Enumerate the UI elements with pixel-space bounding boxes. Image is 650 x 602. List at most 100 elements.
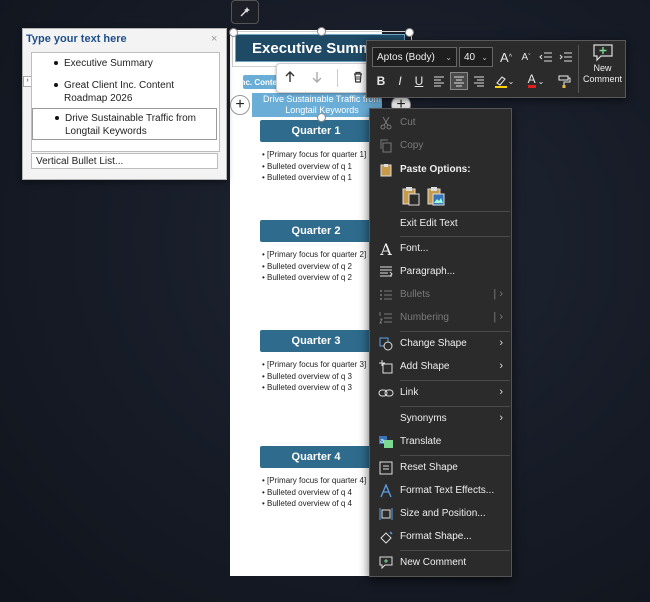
mini-divider <box>336 69 338 87</box>
delete-icon[interactable] <box>351 70 365 87</box>
menu-separator <box>400 236 510 237</box>
theme-pill[interactable]: Drive Sustainable Traffic from Longtail … <box>252 93 382 117</box>
svg-text:a: a <box>380 437 384 445</box>
quarter-1-text[interactable]: • [Primary focus for quarter 1] • Bullete… <box>262 149 366 184</box>
menu-item-link[interactable]: Link › <box>370 382 511 404</box>
resize-handle-tl[interactable] <box>229 28 238 37</box>
bullets-icon <box>378 287 394 303</box>
quarter-4-text[interactable]: • [Primary focus for quarter 4] • Bullete… <box>262 475 366 510</box>
quarter-2-box[interactable]: Quarter 2 <box>260 220 372 242</box>
font-a-icon: A <box>380 239 392 259</box>
highlight-color-button[interactable]: ⌄ <box>491 72 517 90</box>
move-down-icon[interactable] <box>310 70 324 87</box>
menu-item-add-shape[interactable]: Add Shape › <box>370 356 511 378</box>
text-pane-list: Executive Summary Great Client Inc. Cont… <box>31 52 220 152</box>
menu-item-new-comment[interactable]: New Comment <box>370 552 511 574</box>
format-shape-icon <box>378 529 394 545</box>
menu-separator <box>400 211 510 212</box>
list-item-selected[interactable]: Drive Sustainable Traffic from Longtail … <box>32 108 217 140</box>
align-left-icon[interactable] <box>430 72 448 90</box>
font-color-button[interactable]: A ⌄ <box>523 72 549 90</box>
translate-icon: a <box>378 434 394 450</box>
menu-item-synonyms[interactable]: Synonyms › <box>370 408 511 430</box>
text-effects-icon <box>378 483 394 499</box>
layout-name-link[interactable]: Vertical Bullet List... <box>31 153 218 169</box>
add-shape-icon <box>378 359 394 375</box>
clipboard-icon <box>378 162 394 178</box>
paste-as-picture-icon[interactable] <box>425 185 447 207</box>
smartart-text-pane: Type your text here × › Executive Summar… <box>22 28 227 180</box>
italic-button[interactable]: I <box>391 72 409 90</box>
quarter-3-box[interactable]: Quarter 3 <box>260 330 372 352</box>
change-shape-icon <box>378 336 394 352</box>
menu-item-copy[interactable]: Copy <box>370 135 511 157</box>
text-pane-title: Type your text here <box>26 33 127 45</box>
floating-format-toolbar: Aptos (Body) ⌄ 40 ⌄ A ^ Aˇ B I U ⌄ A ⌄ New … <box>366 40 626 98</box>
increase-indent-icon[interactable] <box>557 48 575 66</box>
chevron-down-icon: ⌄ <box>507 76 515 86</box>
menu-item-change-shape[interactable]: Change Shape › <box>370 333 511 355</box>
menu-separator <box>400 455 510 456</box>
list-item[interactable]: Great Client Inc. Content Roadmap 2026 <box>32 79 217 107</box>
ai-wand-icon[interactable] <box>231 0 259 24</box>
close-icon[interactable]: × <box>211 33 217 45</box>
quarter-1-box[interactable]: Quarter 1 <box>260 120 372 142</box>
menu-item-paste-options: Paste Options: <box>370 159 511 181</box>
numbering-icon <box>378 310 394 326</box>
resize-handle-tr[interactable] <box>405 28 414 37</box>
bullet-icon <box>54 61 58 65</box>
menu-item-reset-shape[interactable]: Reset Shape <box>370 457 511 479</box>
ribbon-divider <box>578 45 579 93</box>
quarter-4-box[interactable]: Quarter 4 <box>260 446 372 468</box>
font-family-select[interactable]: Aptos (Body) ⌄ <box>372 47 457 67</box>
menu-item-translate[interactable]: a Translate <box>370 431 511 453</box>
comment-plus-icon <box>592 44 613 62</box>
chevron-right-icon: › <box>499 360 503 372</box>
context-menu: Cut Copy Paste Options: Exit Edit Text A… <box>369 108 512 577</box>
menu-item-format-text-effects[interactable]: Format Text Effects... <box>370 480 511 502</box>
list-item[interactable]: Executive Summary <box>32 57 217 72</box>
bullet-icon <box>55 116 59 120</box>
paste-keep-formatting-icon[interactable] <box>400 185 422 207</box>
chevron-right-icon: › <box>499 337 503 349</box>
menu-item-paragraph[interactable]: Paragraph... <box>370 261 511 283</box>
decrease-indent-icon[interactable] <box>537 48 555 66</box>
menu-separator <box>400 331 510 332</box>
decrease-font-button[interactable]: Aˇ <box>517 48 535 66</box>
menu-item-cut[interactable]: Cut <box>370 112 511 134</box>
copy-icon <box>378 138 394 154</box>
slide-canvas[interactable]: Great Client Inc. Content Roadmap 2026 D… <box>230 30 382 576</box>
chevron-down-icon: ⌄ <box>445 53 452 62</box>
format-painter-icon[interactable] <box>555 72 573 90</box>
chevron-right-icon: › <box>499 412 503 424</box>
chevron-down-icon: ⌄ <box>537 76 545 86</box>
menu-item-bullets[interactable]: Bullets | › <box>370 284 511 306</box>
menu-item-size-and-position[interactable]: Size and Position... <box>370 503 511 525</box>
menu-separator <box>400 406 510 407</box>
add-shape-left-button[interactable]: + <box>230 95 250 115</box>
font-size-select[interactable]: 40 ⌄ <box>459 47 493 67</box>
align-center-icon[interactable] <box>450 72 468 90</box>
menu-separator <box>400 550 510 551</box>
smartart-mini-toolbar <box>276 63 372 93</box>
align-right-icon[interactable] <box>470 72 488 90</box>
new-comment-button[interactable]: New Comment <box>580 43 625 95</box>
resize-handle-bottom[interactable] <box>317 113 326 122</box>
move-up-icon[interactable] <box>283 70 297 87</box>
resize-handle-top[interactable] <box>317 27 326 36</box>
menu-item-font[interactable]: A Font... <box>370 238 511 260</box>
underline-button[interactable]: U <box>410 72 428 90</box>
menu-item-format-shape[interactable]: Format Shape... <box>370 526 511 548</box>
menu-item-numbering[interactable]: Numbering | › <box>370 307 511 329</box>
menu-separator <box>400 380 510 381</box>
increase-font-button[interactable]: A ^ <box>497 48 515 66</box>
comment-plus-icon <box>378 555 394 571</box>
chevron-down-icon: ⌄ <box>481 53 488 62</box>
bullet-icon <box>54 83 58 87</box>
quarter-3-text[interactable]: • [Primary focus for quarter 3] • Bullete… <box>262 359 366 394</box>
menu-item-exit-edit-text[interactable]: Exit Edit Text <box>370 213 511 235</box>
scissors-icon <box>378 115 394 131</box>
chevron-right-icon: | › <box>493 288 503 300</box>
bold-button[interactable]: B <box>372 72 390 90</box>
quarter-2-text[interactable]: • [Primary focus for quarter 2] • Bullete… <box>262 249 366 284</box>
